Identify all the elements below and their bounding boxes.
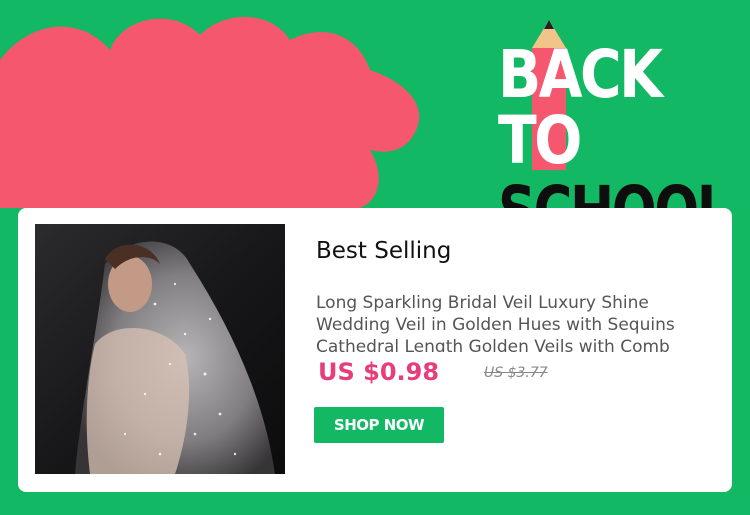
product-description[interactable]: Long Sparkling Bridal Veil Luxury Shine … xyxy=(316,292,696,352)
shop-now-button[interactable]: SHOP NOW xyxy=(314,407,444,443)
bridal-veil-photo xyxy=(75,241,275,474)
product-card[interactable]: Best Selling Long Sparkling Bridal Veil … xyxy=(18,208,732,492)
headline-line-1: BACK TO xyxy=(498,36,663,179)
section-title: Best Selling xyxy=(316,238,452,264)
product-original-price: US $3.77 xyxy=(484,365,548,381)
product-price: US $0.98 xyxy=(318,358,440,386)
product-image[interactable] xyxy=(35,224,285,474)
